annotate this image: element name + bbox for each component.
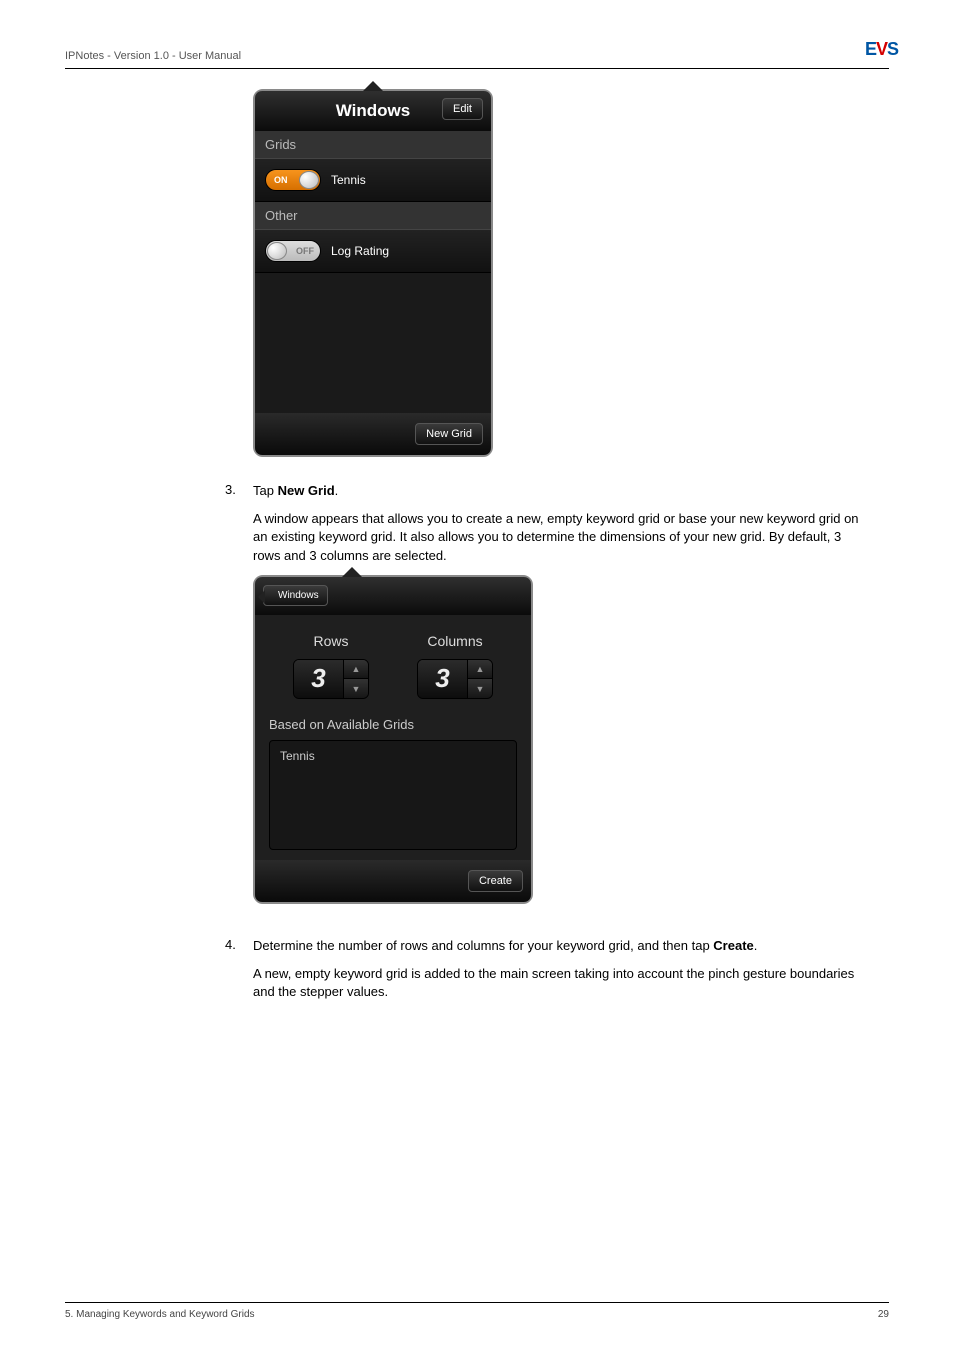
edit-button[interactable]: Edit [442, 98, 483, 120]
create-button[interactable]: Create [468, 870, 523, 892]
popover-arrow-icon [342, 567, 362, 577]
other-row-lograting: OFF Log Rating [255, 229, 491, 273]
tennis-toggle[interactable]: ON [265, 169, 321, 191]
step4-text-bold: Create [713, 938, 753, 953]
lograting-label: Log Rating [331, 244, 389, 258]
rows-stepper[interactable]: 3 ▲ ▼ [293, 659, 369, 699]
step4-text-post: . [754, 938, 758, 953]
section-other-label: Other [255, 202, 491, 229]
based-on-label: Based on Available Grids [269, 717, 517, 732]
columns-value: 3 [418, 660, 468, 698]
doc-header: IPNotes - Version 1.0 - User Manual [65, 50, 889, 69]
footer-section: 5. Managing Keywords and Keyword Grids [65, 1309, 255, 1320]
footer-page-number: 29 [878, 1309, 889, 1320]
windows-popover: Windows Edit Grids ON Tennis Other OFF [253, 89, 493, 457]
section-grids-label: Grids [255, 131, 491, 158]
rows-label: Rows [293, 633, 369, 649]
available-grids-list: Tennis [269, 740, 517, 850]
back-windows-button[interactable]: Windows [263, 585, 328, 606]
popover-title: Windows [336, 101, 410, 121]
step4-text-pre: Determine the number of rows and columns… [253, 938, 713, 953]
step4-paragraph: A new, empty keyword grid is added to th… [253, 965, 869, 1001]
toggle-knob-icon [299, 171, 319, 189]
rows-up-icon[interactable]: ▲ [344, 660, 368, 680]
new-grid-button[interactable]: New Grid [415, 423, 483, 445]
cols-down-icon[interactable]: ▼ [468, 679, 492, 698]
grid-row-tennis: ON Tennis [255, 158, 491, 202]
tennis-label: Tennis [331, 173, 366, 187]
toggle-on-label: ON [274, 175, 288, 185]
step-number: 4. [225, 937, 253, 1012]
rows-value: 3 [294, 660, 344, 698]
rows-down-icon[interactable]: ▼ [344, 679, 368, 698]
popover-arrow-icon [363, 81, 383, 91]
new-grid-popover: Windows Rows 3 ▲ ▼ [253, 575, 533, 904]
step3-paragraph: A window appears that allows you to crea… [253, 510, 869, 565]
lograting-toggle[interactable]: OFF [265, 240, 321, 262]
step3-text-bold: New Grid [278, 483, 335, 498]
toggle-off-label: OFF [296, 246, 314, 256]
step-number: 3. [225, 482, 253, 929]
svg-text:S: S [887, 39, 899, 59]
columns-label: Columns [417, 633, 493, 649]
step3-text-post: . [335, 483, 339, 498]
toggle-knob-icon [267, 242, 287, 260]
evs-logo: E V S [865, 38, 899, 60]
grid-list-item-tennis[interactable]: Tennis [280, 749, 506, 763]
columns-stepper[interactable]: 3 ▲ ▼ [417, 659, 493, 699]
step3-text-pre: Tap [253, 483, 278, 498]
cols-up-icon[interactable]: ▲ [468, 660, 492, 680]
